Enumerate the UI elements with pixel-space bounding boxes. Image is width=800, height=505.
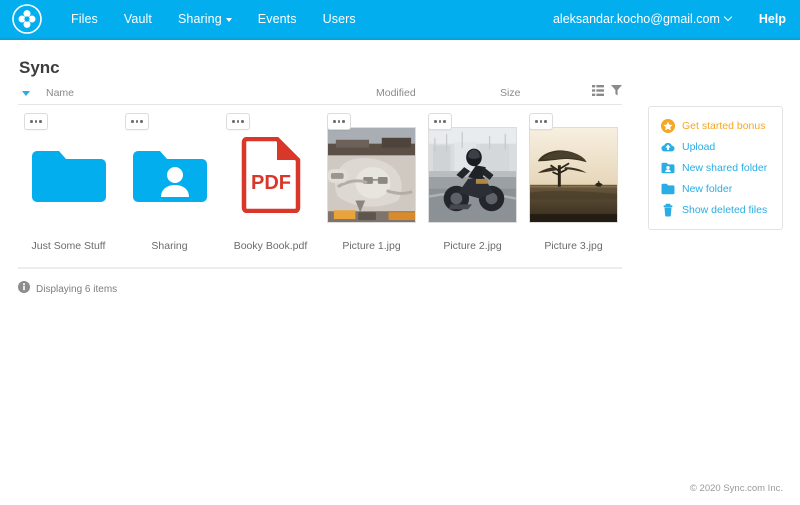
actions-panel: Get started bonus Upload New shared [648,106,783,230]
file-name-label[interactable]: Just Some Stuff [18,240,119,252]
action-label: Get started bonus [682,120,765,132]
nav-item-events[interactable]: Events [245,0,310,39]
main-nav: Files Vault Sharing Events Users [58,0,369,39]
chevron-down-icon [226,18,232,22]
file-context-menu-button[interactable] [226,113,250,130]
nav-item-sharing[interactable]: Sharing [165,0,245,39]
file-tile[interactable]: Picture 3.jpg [523,110,624,231]
file-thumbnail [321,119,422,231]
file-tile[interactable]: Picture 2.jpg [422,110,523,231]
folder-icon [29,144,109,206]
action-upload[interactable]: Upload [649,136,782,157]
sort-descending-arrow-icon[interactable] [22,91,30,96]
cloud-upload-icon [661,140,675,154]
nav-item-label: Sharing [178,0,222,39]
file-context-menu-button[interactable] [327,113,351,130]
nav-item-label: Vault [124,12,152,26]
nav-item-files[interactable]: Files [58,0,111,39]
image-thumbnail-motorcycle [428,127,517,223]
nav-item-label: Events [258,12,297,26]
file-grid: Just Some Stuff Sharing PDF [18,110,628,231]
file-tile[interactable]: PDF Booky Book.pdf [220,110,321,231]
nav-item-vault[interactable]: Vault [111,0,165,39]
footer-copyright: © 2020 Sync.com Inc. [690,483,783,494]
file-name-label[interactable]: Picture 3.jpg [523,240,624,252]
image-thumbnail-savanna-tree [529,127,618,223]
column-header-divider [18,104,622,105]
top-bar-right: aleksandar.kocho@gmail.com Help [553,12,800,26]
file-tile[interactable]: Sharing [119,110,220,231]
column-header-size[interactable]: Size [500,87,520,99]
file-list-bottom-divider [18,267,622,269]
file-name-label[interactable]: Picture 1.jpg [321,240,422,252]
pdf-badge-label: PDF [251,172,291,194]
nav-item-users[interactable]: Users [310,0,369,39]
top-navigation-bar: Files Vault Sharing Events Users aleksan… [0,0,800,40]
app-root: Files Vault Sharing Events Users aleksan… [0,0,800,505]
action-new-folder[interactable]: New folder [649,178,782,199]
file-thumbnail [523,119,624,231]
file-context-menu-button[interactable] [529,113,553,130]
account-menu[interactable]: aleksandar.kocho@gmail.com [553,12,731,26]
folder-icon [661,182,675,196]
file-tile[interactable]: Picture 1.jpg [321,110,422,231]
filter-icon[interactable] [611,85,622,96]
file-tile[interactable]: Just Some Stuff [18,110,119,231]
status-bar: Displaying 6 items [18,280,117,298]
column-header-name[interactable]: Name [46,87,74,99]
file-context-menu-button[interactable] [24,113,48,130]
file-thumbnail [422,119,523,231]
shared-folder-icon [130,144,210,206]
chevron-down-icon [724,13,732,21]
file-thumbnail [119,119,220,231]
action-label: Upload [682,141,715,153]
action-label: Show deleted files [682,204,767,216]
trash-icon [661,203,675,217]
nav-item-label: Users [323,12,356,26]
sync-logo-icon[interactable] [12,4,42,34]
column-header-modified[interactable]: Modified [376,87,416,99]
pdf-file-icon: PDF [240,137,302,213]
image-thumbnail-street-art [327,127,416,223]
shared-folder-icon [661,161,675,175]
action-new-shared-folder[interactable]: New shared folder [649,157,782,178]
action-show-deleted-files[interactable]: Show deleted files [649,199,782,220]
page-title: Sync [19,58,60,78]
file-thumbnail: PDF [220,119,321,231]
star-icon [661,119,675,133]
file-name-label[interactable]: Picture 2.jpg [422,240,523,252]
help-link[interactable]: Help [759,12,786,26]
action-label: New shared folder [682,162,767,174]
action-label: New folder [682,183,732,195]
file-name-label[interactable]: Sharing [119,240,220,252]
file-name-label[interactable]: Booky Book.pdf [220,240,321,252]
view-controls [592,85,622,96]
status-text: Displaying 6 items [36,284,117,295]
file-thumbnail [18,119,119,231]
file-list-column-headers: Name Modified Size [18,85,622,105]
nav-item-label: Files [71,12,98,26]
action-get-started-bonus[interactable]: Get started bonus [649,115,782,136]
file-context-menu-button[interactable] [125,113,149,130]
list-view-icon[interactable] [592,85,604,96]
file-context-menu-button[interactable] [428,113,452,130]
info-icon [18,280,30,298]
account-email-label: aleksandar.kocho@gmail.com [553,12,720,26]
